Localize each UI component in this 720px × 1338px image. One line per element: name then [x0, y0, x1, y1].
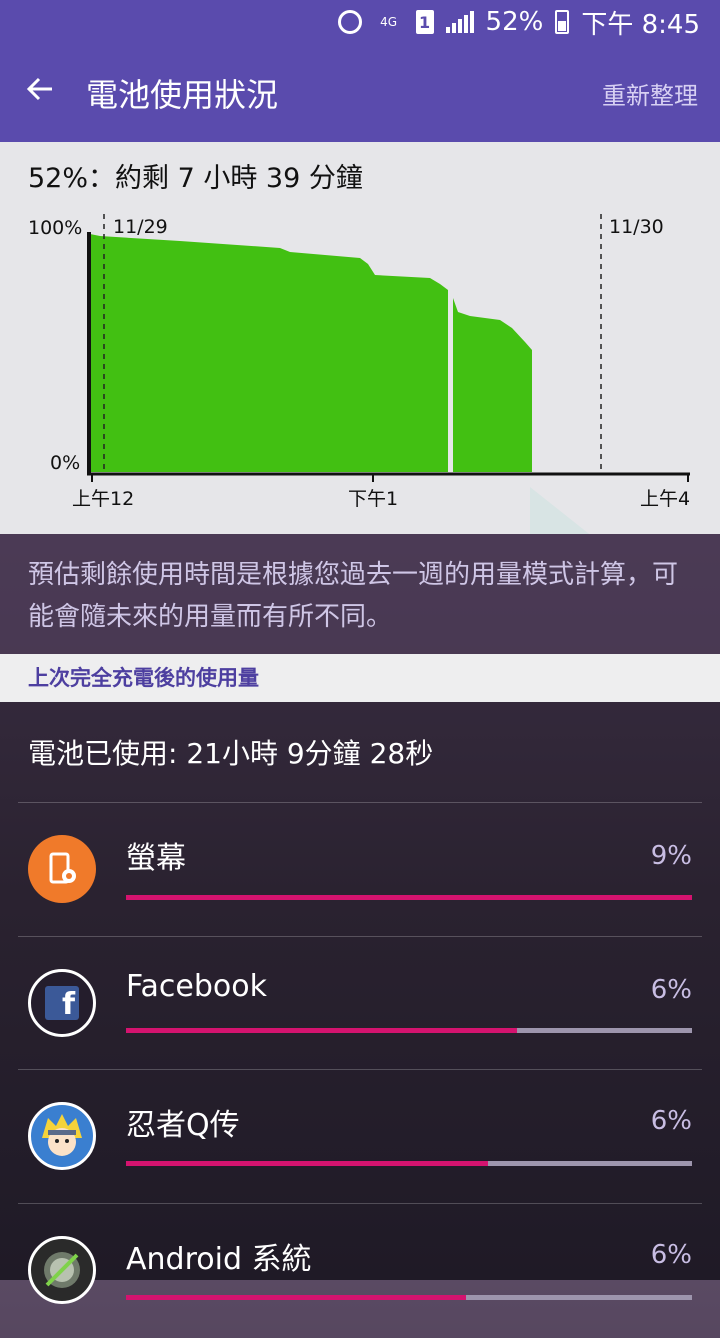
usage-bar: [126, 1161, 692, 1166]
app-row-facebook[interactable]: f Facebook 6%: [0, 937, 720, 1071]
usage-bar: [126, 895, 692, 900]
usage-bar-fill: [126, 1295, 466, 1300]
status-bar: 4G 1 52% 下午 8:45: [0, 0, 720, 44]
back-arrow-icon[interactable]: [0, 73, 80, 113]
app-percent: 6%: [650, 975, 692, 1005]
usage-bar: [126, 1028, 692, 1033]
x-tick-label: 下午1: [348, 488, 398, 510]
app-percent: 9%: [650, 841, 692, 871]
wifi-4g-icon: 4G: [380, 15, 398, 29]
date-marker-label: 11/30: [609, 216, 664, 238]
app-percent: 6%: [650, 1240, 692, 1270]
app-name: 忍者Q传: [126, 1108, 240, 1143]
ninja-game-icon: [28, 1102, 96, 1170]
battery-used-text: 電池已使用: 21小時 9分鐘 28秒: [28, 737, 434, 770]
app-row-android[interactable]: Android 系統 6%: [0, 1204, 720, 1338]
app-percent: 6%: [650, 1106, 692, 1136]
usage-bar-fill: [126, 895, 692, 900]
screen-settings-icon: [28, 835, 96, 903]
x-tick-label: 上午4: [640, 488, 690, 510]
app-row-screen[interactable]: 螢幕 9%: [0, 803, 720, 937]
usage-bar-fill: [126, 1028, 517, 1033]
app-name: Android 系統: [126, 1242, 312, 1277]
y-tick-label: 0%: [50, 452, 80, 474]
battery-chart-card: 52%：約剩 7 小時 39 分鐘 100% 0% 11/29 11/30 上午…: [0, 142, 720, 534]
app-name: 螢幕: [126, 841, 186, 876]
date-marker-label: 11/29: [113, 216, 168, 238]
facebook-icon: f: [28, 969, 96, 1037]
sim-icon: 1: [415, 10, 434, 34]
page-title: 電池使用狀況: [86, 76, 279, 114]
battery-chart: 100% 0% 11/29 11/30 上午12 下午1 上午4: [28, 214, 690, 534]
battery-percent: 52%: [485, 7, 544, 37]
battery-icon: [555, 10, 570, 34]
estimate-note: 預估剩餘使用時間是根據您過去一週的用量模式計算，可能會隨未來的用量而有所不同。: [0, 534, 720, 654]
usage-bar: [126, 1295, 692, 1300]
usage-bar-fill: [126, 1161, 489, 1166]
x-tick-label: 上午12: [72, 488, 134, 510]
battery-area-2: [453, 298, 532, 472]
app-bar: 電池使用狀況 重新整理: [0, 44, 720, 142]
clock: 下午 8:45: [581, 9, 700, 40]
y-tick-label: 100%: [28, 217, 82, 239]
android-system-icon: [28, 1236, 96, 1304]
section-header: 上次完全充電後的使用量: [0, 654, 720, 702]
battery-area: [90, 234, 448, 472]
refresh-button[interactable]: 重新整理: [602, 76, 720, 111]
alarm-icon: [337, 10, 362, 34]
signal-icon: [445, 11, 474, 33]
app-name: Facebook: [126, 969, 267, 1004]
app-row-ninja[interactable]: 忍者Q传 6%: [0, 1070, 720, 1204]
